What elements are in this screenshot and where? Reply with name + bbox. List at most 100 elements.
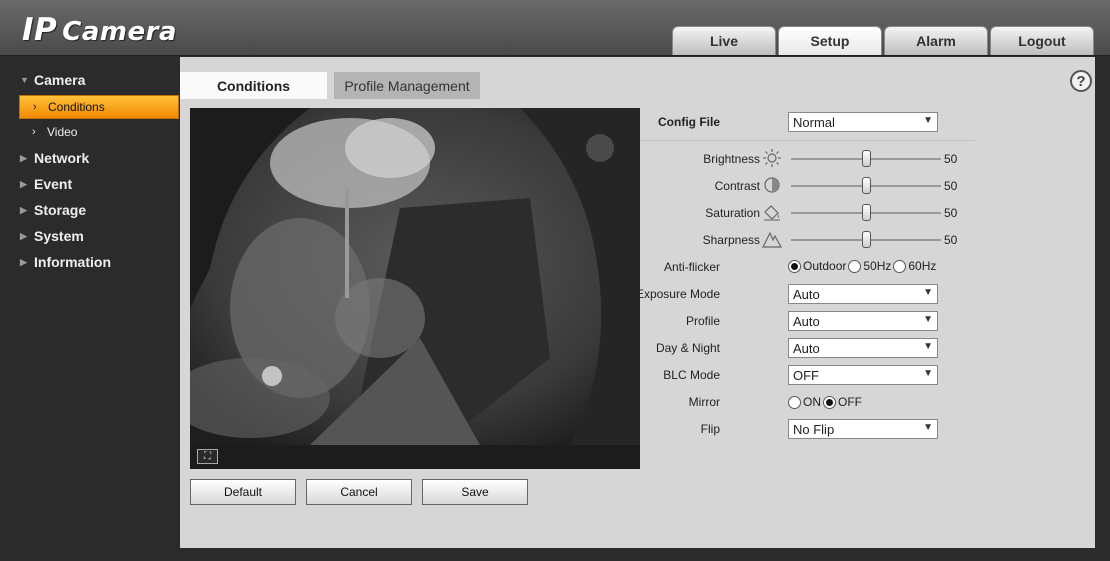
anti-flicker-options: Outdoor 50Hz 60Hz bbox=[788, 259, 938, 273]
slider-handle[interactable] bbox=[862, 177, 871, 194]
camera-image bbox=[190, 108, 640, 445]
brightness-label: Brightness bbox=[703, 152, 760, 166]
logo: IP Camera bbox=[22, 12, 177, 48]
sidebar-item-label: Conditions bbox=[48, 100, 105, 114]
flip-select[interactable]: No Flip ▼ bbox=[788, 419, 938, 439]
anti-flicker-label: Anti-flicker bbox=[663, 260, 720, 274]
logo-camera: Camera bbox=[62, 17, 177, 47]
sidebar-item-video[interactable]: › Video bbox=[19, 120, 179, 144]
triangle-right-icon: ▶ bbox=[20, 178, 27, 189]
radio-50hz-label: 50Hz bbox=[863, 259, 892, 273]
brightness-row: Brightness 50 bbox=[640, 148, 1095, 170]
flip-label: Flip bbox=[700, 422, 720, 436]
tab-profile-management[interactable]: Profile Management bbox=[334, 72, 480, 99]
exposure-mode-select[interactable]: Auto ▼ bbox=[788, 284, 938, 304]
sidebar-item-network[interactable]: ▶ Network bbox=[20, 150, 89, 166]
triangle-icon bbox=[762, 231, 782, 248]
day-night-label: Day & Night bbox=[655, 341, 720, 355]
sidebar-item-system[interactable]: ▶ System bbox=[20, 228, 84, 244]
radio-outdoor[interactable] bbox=[788, 259, 801, 273]
sidebar: ▼ Camera › Conditions › Video ▶ Network … bbox=[0, 57, 180, 561]
contrast-label: Contrast bbox=[714, 179, 760, 193]
mirror-options: ON OFF bbox=[788, 395, 864, 409]
radio-60hz-label: 60Hz bbox=[908, 259, 937, 273]
radio-outdoor-label: Outdoor bbox=[803, 259, 847, 273]
saturation-row: Saturation 50 bbox=[640, 202, 1095, 224]
sidebar-item-label: Video bbox=[47, 125, 78, 139]
profile-row: Profile Auto ▼ bbox=[640, 310, 1095, 332]
brightness-value: 50 bbox=[944, 152, 958, 166]
radio-mirror-off[interactable] bbox=[823, 395, 836, 409]
help-icon[interactable]: ? bbox=[1070, 70, 1092, 92]
sharpness-row: Sharpness 50 bbox=[640, 229, 1095, 251]
tab-alarm[interactable]: Alarm bbox=[884, 26, 988, 55]
sidebar-item-conditions[interactable]: › Conditions bbox=[19, 95, 179, 119]
sidebar-item-event[interactable]: ▶ Event bbox=[20, 176, 72, 192]
video-toolbar: ⛶ bbox=[190, 445, 640, 469]
saturation-slider[interactable] bbox=[791, 204, 941, 221]
config-file-label: Config File bbox=[658, 115, 720, 129]
mirror-row: Mirror ON OFF bbox=[640, 391, 1095, 413]
sidebar-item-information[interactable]: ▶ Information bbox=[20, 254, 111, 270]
paint-bucket-icon bbox=[764, 205, 780, 221]
blc-mode-select[interactable]: OFF ▼ bbox=[788, 365, 938, 385]
config-file-row: Config File Normal ▼ bbox=[640, 111, 1095, 133]
brightness-slider[interactable] bbox=[791, 150, 941, 167]
exposure-mode-value: Auto bbox=[793, 286, 820, 302]
tab-setup[interactable]: Setup bbox=[778, 26, 882, 55]
triangle-right-icon: ▶ bbox=[20, 230, 27, 241]
sun-icon bbox=[763, 149, 781, 167]
slider-handle[interactable] bbox=[862, 204, 871, 221]
anti-flicker-row: Anti-flicker Outdoor 50Hz 60Hz bbox=[640, 256, 1095, 278]
tab-conditions[interactable]: Conditions bbox=[180, 72, 327, 99]
blc-mode-value: OFF bbox=[793, 367, 819, 383]
video-preview bbox=[190, 108, 640, 445]
config-file-value: Normal bbox=[793, 114, 835, 130]
day-night-select[interactable]: Auto ▼ bbox=[788, 338, 938, 358]
profile-label: Profile bbox=[685, 314, 720, 328]
radio-mirror-off-label: OFF bbox=[838, 395, 862, 409]
cancel-button[interactable]: Cancel bbox=[306, 479, 412, 505]
tab-live[interactable]: Live bbox=[672, 26, 776, 55]
chevron-down-icon: ▼ bbox=[923, 341, 933, 352]
sharpness-slider[interactable] bbox=[791, 231, 941, 248]
saturation-label: Saturation bbox=[705, 206, 760, 220]
flip-value: No Flip bbox=[793, 421, 835, 437]
sidebar-item-label: Network bbox=[34, 150, 90, 166]
radio-60hz[interactable] bbox=[893, 259, 907, 273]
sidebar-item-label: System bbox=[34, 228, 84, 244]
flip-row: Flip No Flip ▼ bbox=[640, 418, 1095, 440]
chevron-down-icon: ▼ bbox=[923, 422, 933, 433]
slider-handle[interactable] bbox=[862, 150, 871, 167]
sidebar-item-camera[interactable]: ▼ Camera bbox=[20, 72, 85, 88]
exposure-mode-row: Exposure Mode Auto ▼ bbox=[636, 283, 1095, 305]
sharpness-label: Sharpness bbox=[702, 233, 760, 247]
saturation-value: 50 bbox=[944, 206, 958, 220]
triangle-right-icon: ▶ bbox=[20, 256, 27, 267]
profile-value: Auto bbox=[793, 313, 820, 329]
chevron-down-icon: ▼ bbox=[923, 287, 933, 298]
sidebar-item-label: Event bbox=[34, 176, 73, 192]
sidebar-item-label: Information bbox=[34, 254, 111, 270]
blc-mode-label: BLC Mode bbox=[663, 368, 720, 382]
radio-50hz[interactable] bbox=[848, 259, 862, 273]
sidebar-item-storage[interactable]: ▶ Storage bbox=[20, 202, 86, 218]
radio-mirror-on[interactable] bbox=[788, 395, 801, 409]
day-night-value: Auto bbox=[793, 340, 820, 356]
logo-ip: IP bbox=[22, 12, 58, 48]
profile-select[interactable]: Auto ▼ bbox=[788, 311, 938, 331]
fullscreen-icon[interactable]: ⛶ bbox=[197, 449, 218, 464]
save-button[interactable]: Save bbox=[422, 479, 528, 505]
contrast-row: Contrast 50 bbox=[640, 175, 1095, 197]
contrast-icon bbox=[764, 177, 780, 193]
config-file-select[interactable]: Normal ▼ bbox=[788, 112, 938, 132]
contrast-slider[interactable] bbox=[791, 177, 941, 194]
mirror-label: Mirror bbox=[688, 395, 720, 409]
divider bbox=[640, 140, 975, 141]
default-button[interactable]: Default bbox=[190, 479, 296, 505]
sharpness-value: 50 bbox=[944, 233, 958, 247]
slider-handle[interactable] bbox=[862, 231, 871, 248]
blc-mode-row: BLC Mode OFF ▼ bbox=[640, 364, 1095, 386]
tab-logout[interactable]: Logout bbox=[990, 26, 1094, 55]
header: IP Camera Live Setup Alarm Logout bbox=[0, 0, 1110, 56]
